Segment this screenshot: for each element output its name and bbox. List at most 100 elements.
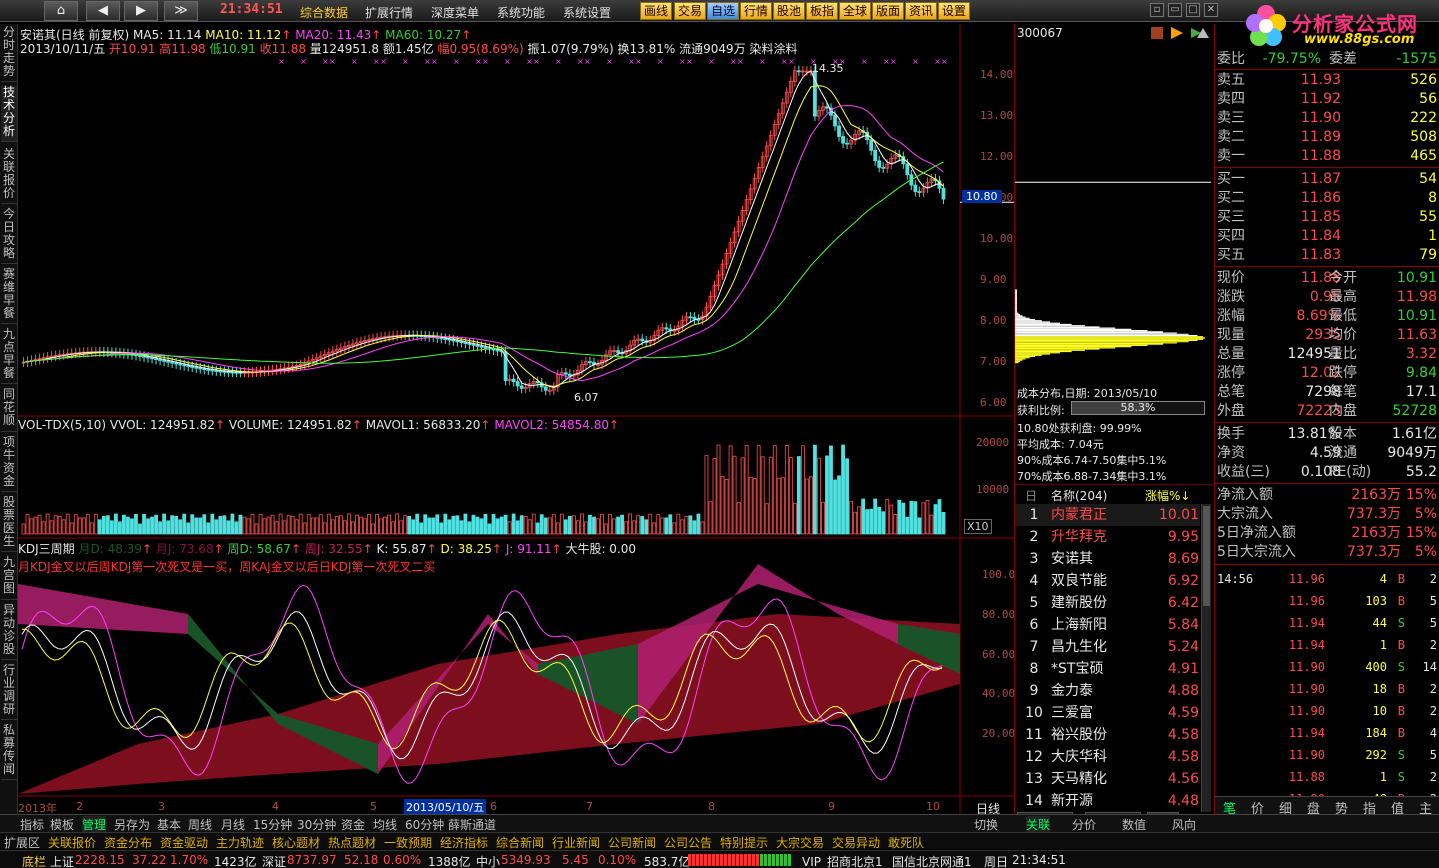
chart-tab[interactable]: 60分钟 [405, 816, 444, 833]
menu-shezhi[interactable]: 系统设置 [563, 4, 611, 21]
vtab-jiugong[interactable]: 九宫图 [1, 556, 17, 600]
news-button[interactable]: 资讯 [905, 2, 938, 20]
vtab-jiudian[interactable]: 九点早餐 [1, 328, 17, 384]
chart-tab[interactable]: 月线 [221, 816, 245, 833]
vtab-jishu[interactable]: 技术分析 [1, 86, 17, 142]
rank-item[interactable]: 12 大庆华科 4.58 [1015, 746, 1200, 768]
menu-zonghe[interactable]: 综合数据 [300, 4, 348, 21]
right-tab[interactable]: 切换 [974, 816, 998, 833]
bid-level-row[interactable]: 买一 11.87 54 [1215, 170, 1439, 189]
vtab-simu[interactable]: 私募传闻 [1, 724, 17, 780]
function-button[interactable]: 主力轨迹 [216, 834, 264, 851]
stock-pool-button[interactable]: 股池 [773, 2, 806, 20]
menu-kuozhan[interactable]: 扩展行情 [365, 4, 413, 21]
function-button[interactable]: 综合新闻 [496, 834, 544, 851]
bid-level-row[interactable]: 买四 11.84 1 [1215, 227, 1439, 246]
vtab-yisheng[interactable]: 股票医生 [1, 496, 17, 552]
function-button[interactable]: 资金驱动 [160, 834, 208, 851]
rank-header-name[interactable]: 名称(204) [1051, 487, 1107, 504]
chart-area[interactable]: 安诺其(日线 前复权) MA5: 11.14 MA10: 11.12↑ MA20… [18, 24, 1015, 816]
rank-list[interactable]: 1 内蒙君正 10.01 2 升华拜克 9.95 3 安诺其 8.69 4 双良节能 6.92 5 建新股… [1015, 504, 1201, 812]
function-button[interactable]: 一致预期 [384, 834, 432, 851]
rank-item[interactable]: 13 天马精化 4.56 [1015, 768, 1200, 790]
rank-item[interactable]: 6 上海新阳 5.84 [1015, 614, 1200, 636]
chart-tab[interactable]: 薛斯通道 [448, 816, 496, 833]
vtab-hangye[interactable]: 行业调研 [1, 664, 17, 720]
forward-button[interactable]: ▶ [124, 1, 158, 21]
function-button[interactable]: 敢死队 [888, 834, 924, 851]
chart-tab[interactable]: 基本 [157, 816, 181, 833]
vtab-yidong[interactable]: 异动诊股 [1, 604, 17, 660]
rank-item[interactable]: 8 *ST宝硕 4.91 [1015, 658, 1200, 680]
chart-tab[interactable]: 指标 [20, 816, 44, 833]
chart-tab[interactable]: 周线 [188, 816, 212, 833]
vtab-fenshi[interactable]: 分时走势 [1, 26, 17, 82]
vtab-tonghuashun[interactable]: 同花顺 [1, 388, 17, 432]
ask-level-row[interactable]: 卖二 11.89 508 [1215, 128, 1439, 147]
right-tab[interactable]: 风向 [1172, 816, 1196, 833]
right-tab[interactable]: 数值 [1122, 816, 1146, 833]
function-button[interactable]: 公司公告 [664, 834, 712, 851]
function-button[interactable]: 扩展区 [4, 834, 40, 851]
function-button[interactable]: 交易异动 [832, 834, 880, 851]
function-button[interactable]: 关联报价 [48, 834, 96, 851]
ask-level-row[interactable]: 卖四 11.92 56 [1215, 90, 1439, 109]
chart-tab[interactable]: 模板 [50, 816, 74, 833]
status-lead[interactable]: 底栏 [22, 853, 46, 868]
chart-tab[interactable]: 另存为 [114, 816, 150, 833]
global-button[interactable]: 全球 [839, 2, 872, 20]
function-button[interactable]: 公司新闻 [608, 834, 656, 851]
bid-level-row[interactable]: 买二 11.86 8 [1215, 189, 1439, 208]
function-button[interactable]: 特别提示 [720, 834, 768, 851]
close-icon[interactable]: ✕ [1204, 3, 1218, 17]
vtab-jinri[interactable]: 今日攻略 [1, 208, 17, 264]
rank-item[interactable]: 14 新开源 4.48 [1015, 790, 1200, 812]
right-tab[interactable]: 分价 [1072, 816, 1096, 833]
rank-item[interactable]: 9 金力泰 4.88 [1015, 680, 1200, 702]
watchlist-button[interactable]: 自选 [707, 2, 740, 20]
menu-shendu[interactable]: 深度菜单 [431, 4, 479, 21]
rank-item[interactable]: 7 昌九生化 5.24 [1015, 636, 1200, 658]
trade-button[interactable]: 交易 [674, 2, 707, 20]
rank-item[interactable]: 4 双良节能 6.92 [1015, 570, 1200, 592]
restore-icon[interactable]: ▭ [1168, 3, 1182, 17]
ask-level-row[interactable]: 卖一 11.88 465 [1215, 147, 1439, 166]
ask-level-row[interactable]: 卖五 11.93 526 [1215, 71, 1439, 90]
rank-scrollbar[interactable] [1201, 504, 1211, 812]
menu-xitong[interactable]: 系统功能 [497, 4, 545, 21]
function-button[interactable]: 热点题材 [328, 834, 376, 851]
back-button[interactable]: ◀ [86, 1, 120, 21]
bid-level-row[interactable]: 买五 11.83 79 [1215, 246, 1439, 265]
function-button[interactable]: 行业新闻 [552, 834, 600, 851]
right-tab[interactable]: 关联 [1026, 816, 1051, 833]
rank-item[interactable]: 5 建新股份 6.42 [1015, 592, 1200, 614]
chart-tab[interactable]: 资金 [341, 816, 365, 833]
rank-item[interactable]: 11 裕兴股份 4.58 [1015, 724, 1200, 746]
home-button[interactable]: ⌂ [44, 1, 78, 21]
settings-button[interactable]: 设置 [938, 2, 971, 20]
vip-server[interactable]: VIP_招商北京1 [802, 853, 883, 868]
vtab-saiwei[interactable]: 赛维早餐 [1, 268, 17, 324]
index-button[interactable]: 板指 [806, 2, 839, 20]
rank-item[interactable]: 3 安诺其 8.69 [1015, 548, 1200, 570]
function-button[interactable]: 大宗交易 [776, 834, 824, 851]
quotes-button[interactable]: 行情 [740, 2, 773, 20]
rank-item[interactable]: 1 内蒙君正 10.01 [1015, 504, 1200, 526]
function-button[interactable]: 资金分布 [104, 834, 152, 851]
maximize-icon[interactable]: □ [1186, 3, 1200, 17]
vtab-guanlian[interactable]: 关联报价 [1, 148, 17, 204]
minimize-icon[interactable]: ▫ [1150, 3, 1164, 17]
function-button[interactable]: 核心题材 [272, 834, 320, 851]
rank-item[interactable]: 2 升华拜克 9.95 [1015, 526, 1200, 548]
draw-line-button[interactable]: 画线 [640, 2, 673, 20]
rank-item[interactable]: 10 三爱富 4.59 [1015, 702, 1200, 724]
function-button[interactable]: 经济指标 [440, 834, 488, 851]
layout-button[interactable]: 版面 [872, 2, 905, 20]
vtab-xiangniu[interactable]: 项牛资金 [1, 436, 17, 492]
more-button[interactable]: ≫ [164, 1, 198, 21]
bid-level-row[interactable]: 买三 11.85 55 [1215, 208, 1439, 227]
chart-tab[interactable]: 15分钟 [253, 816, 292, 833]
quote-server[interactable]: 国信北京网通1 [892, 853, 972, 868]
chart-tab[interactable]: 30分钟 [297, 816, 336, 833]
rank-header-pct[interactable]: 涨幅%↓ [1145, 487, 1190, 504]
